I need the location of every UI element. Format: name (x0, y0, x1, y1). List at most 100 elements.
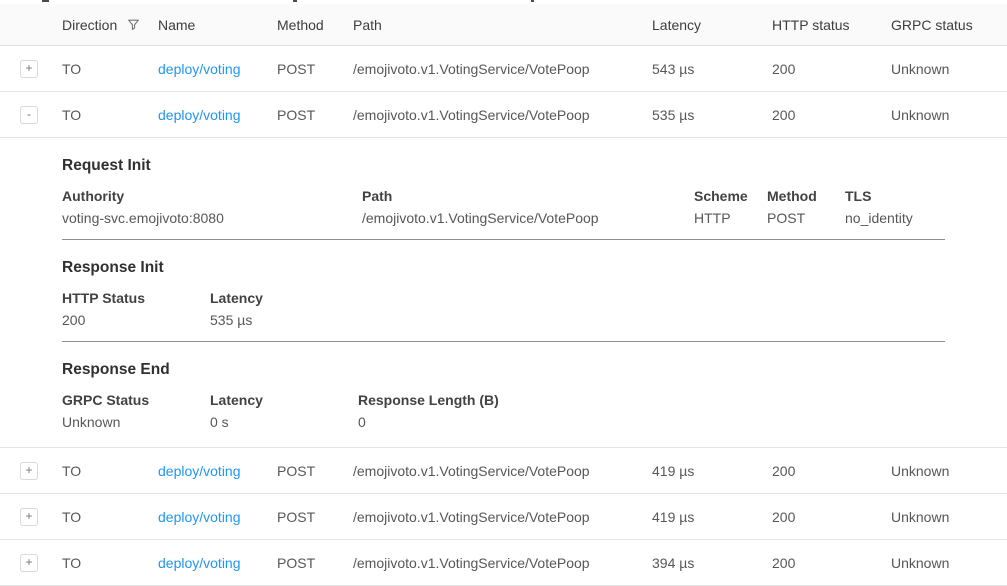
column-header-label: Method (277, 17, 324, 33)
detail-field-label: GRPC Status (62, 392, 200, 408)
table-row: + TO deploy/voting POST /emojivoto.v1.Vo… (0, 494, 1007, 540)
name-cell: deploy/voting (158, 509, 277, 525)
resource-link[interactable]: deploy/voting (158, 463, 241, 479)
detail-fields-row: Authority voting-svc.emojivoto:8080 Path… (62, 188, 1007, 226)
collapse-row-button[interactable]: - (20, 106, 38, 124)
table-body: + TO deploy/voting POST /emojivoto.v1.Vo… (0, 46, 1007, 586)
column-header-label: Name (158, 17, 195, 33)
http-status-cell: 200 (772, 61, 891, 77)
detail-field-label: Latency (210, 392, 348, 408)
column-header-path: Path (353, 17, 652, 33)
detail-field-value: 0 (358, 414, 997, 430)
expand-row-button[interactable]: + (20, 462, 38, 480)
detail-section-title: Response End (62, 361, 1007, 379)
grpc-status-cell: Unknown (891, 61, 1007, 77)
expand-cell: + (0, 461, 62, 480)
path-cell: /emojivoto.v1.VotingService/VotePoop (353, 463, 652, 479)
detail-field-value: POST (767, 210, 835, 226)
table-header-row: Direction Name Method Path Latency HTTP … (0, 4, 1007, 46)
detail-field-value: 200 (62, 312, 200, 328)
detail-field: Authority voting-svc.emojivoto:8080 (62, 188, 362, 226)
method-cell: POST (277, 555, 353, 571)
detail-section-title: Response Init (62, 259, 1007, 277)
detail-fields-row: HTTP Status 200 Latency 535 µs (62, 290, 1007, 328)
detail-section-title: Request Init (62, 157, 1007, 175)
column-header-label: Latency (652, 17, 701, 33)
http-status-cell: 200 (772, 463, 891, 479)
detail-section: Response Init HTTP Status 200 Latency 53… (62, 259, 1007, 328)
detail-field: HTTP Status 200 (62, 290, 210, 328)
http-status-cell: 200 (772, 509, 891, 525)
detail-field: TLS no_identity (845, 188, 1007, 226)
latency-cell: 419 µs (652, 509, 772, 525)
cropped-text-artifact (531, 0, 534, 2)
http-status-cell: 200 (772, 555, 891, 571)
column-header-grpc: GRPC status (891, 17, 1007, 33)
name-cell: deploy/voting (158, 107, 277, 123)
detail-field-value: no_identity (845, 210, 997, 226)
path-cell: /emojivoto.v1.VotingService/VotePoop (353, 509, 652, 525)
latency-cell: 543 µs (652, 61, 772, 77)
column-header-direction: Direction (62, 17, 158, 33)
method-cell: POST (277, 61, 353, 77)
detail-field-value: /emojivoto.v1.VotingService/VotePoop (362, 210, 684, 226)
detail-section-divider (62, 239, 945, 240)
column-header-label: Direction (62, 17, 117, 33)
cropped-content-remnant (0, 0, 1007, 4)
resource-link[interactable]: deploy/voting (158, 107, 241, 123)
expand-cell: - (0, 105, 62, 124)
cropped-text-artifact (293, 0, 297, 2)
expand-cell: + (0, 553, 62, 572)
http-status-cell: 200 (772, 107, 891, 123)
detail-field: Latency 0 s (210, 392, 358, 430)
direction-cell: TO (62, 107, 158, 123)
detail-field-value: voting-svc.emojivoto:8080 (62, 210, 352, 226)
detail-field-value: 535 µs (210, 312, 997, 328)
column-header-label: Path (353, 17, 382, 33)
tap-requests-table: Direction Name Method Path Latency HTTP … (0, 4, 1007, 586)
resource-link[interactable]: deploy/voting (158, 509, 241, 525)
grpc-status-cell: Unknown (891, 463, 1007, 479)
expand-row-button[interactable]: + (20, 554, 38, 572)
detail-field-label: Method (767, 188, 835, 204)
detail-field: Scheme HTTP (694, 188, 767, 226)
detail-field-label: Authority (62, 188, 352, 204)
column-header-latency: Latency (652, 17, 772, 33)
detail-field-label: Latency (210, 290, 997, 306)
detail-field-value: 0 s (210, 414, 348, 430)
detail-field: Path /emojivoto.v1.VotingService/VotePoo… (362, 188, 694, 226)
direction-cell: TO (62, 463, 158, 479)
direction-cell: TO (62, 555, 158, 571)
grpc-status-cell: Unknown (891, 555, 1007, 571)
column-header-method: Method (277, 17, 353, 33)
detail-field-label: Scheme (694, 188, 757, 204)
detail-field-value: Unknown (62, 414, 200, 430)
latency-cell: 535 µs (652, 107, 772, 123)
resource-link[interactable]: deploy/voting (158, 555, 241, 571)
detail-section: Request Init Authority voting-svc.emojiv… (62, 157, 1007, 226)
table-row: - TO deploy/voting POST /emojivoto.v1.Vo… (0, 92, 1007, 138)
direction-cell: TO (62, 509, 158, 525)
detail-field: GRPC Status Unknown (62, 392, 210, 430)
detail-section: Response End GRPC Status Unknown Latency… (62, 361, 1007, 430)
detail-field-value: HTTP (694, 210, 757, 226)
direction-cell: TO (62, 61, 158, 77)
column-header-label: HTTP status (772, 17, 850, 33)
grpc-status-cell: Unknown (891, 509, 1007, 525)
detail-fields-row: GRPC Status Unknown Latency 0 s Response… (62, 392, 1007, 430)
filter-icon[interactable] (127, 18, 140, 31)
name-cell: deploy/voting (158, 463, 277, 479)
expand-row-button[interactable]: + (20, 60, 38, 78)
name-cell: deploy/voting (158, 61, 277, 77)
expanded-request-detail: Request Init Authority voting-svc.emojiv… (0, 157, 1007, 448)
detail-field-label: Path (362, 188, 684, 204)
resource-link[interactable]: deploy/voting (158, 61, 241, 77)
expand-row-button[interactable]: + (20, 508, 38, 526)
column-header-http: HTTP status (772, 17, 891, 33)
path-cell: /emojivoto.v1.VotingService/VotePoop (353, 107, 652, 123)
expand-cell: + (0, 59, 62, 78)
table-row: + TO deploy/voting POST /emojivoto.v1.Vo… (0, 540, 1007, 586)
method-cell: POST (277, 107, 353, 123)
column-header-expand (0, 17, 62, 33)
column-header-name: Name (158, 17, 277, 33)
